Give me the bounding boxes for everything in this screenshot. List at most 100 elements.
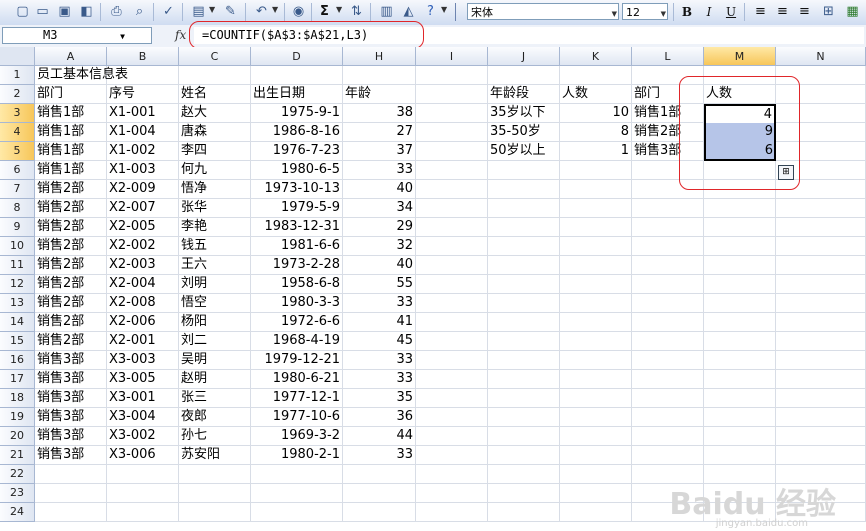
employee-name[interactable]: 何九 bbox=[179, 161, 251, 180]
cell-l21[interactable] bbox=[632, 446, 704, 465]
employee-dept[interactable]: 销售2部 bbox=[35, 199, 107, 218]
cell-j17[interactable] bbox=[488, 370, 560, 389]
cell-j20[interactable] bbox=[488, 427, 560, 446]
employee-name[interactable]: 钱五 bbox=[179, 237, 251, 256]
cell-m13[interactable] bbox=[704, 294, 776, 313]
column-header-i[interactable]: I bbox=[416, 47, 488, 66]
column-header-n[interactable]: N bbox=[776, 47, 866, 66]
row-header-5[interactable]: 5 bbox=[0, 142, 35, 161]
cell-l14[interactable] bbox=[632, 313, 704, 332]
employee-name[interactable]: 赵大 bbox=[179, 104, 251, 123]
cell-n19[interactable] bbox=[776, 408, 866, 427]
employee-dept[interactable]: 销售1部 bbox=[35, 142, 107, 161]
cell-b23[interactable] bbox=[107, 484, 179, 503]
cell-m10[interactable] bbox=[704, 237, 776, 256]
bold-button[interactable]: B bbox=[678, 3, 696, 21]
cell-k19[interactable] bbox=[560, 408, 632, 427]
employee-age[interactable]: 34 bbox=[343, 199, 416, 218]
cell-c23[interactable] bbox=[179, 484, 251, 503]
align-left-icon[interactable]: ≡ bbox=[752, 3, 769, 20]
employee-dept[interactable]: 销售3部 bbox=[35, 427, 107, 446]
cell-n20[interactable] bbox=[776, 427, 866, 446]
font-size-select[interactable]: 12 ▼ bbox=[622, 3, 668, 20]
cell-n9[interactable] bbox=[776, 218, 866, 237]
age-group-label[interactable]: 35-50岁 bbox=[488, 123, 560, 142]
cell-d1[interactable] bbox=[251, 66, 343, 85]
autosum-dropdown-icon[interactable]: ▼ bbox=[336, 5, 342, 14]
save-icon[interactable]: ▣ bbox=[56, 3, 73, 20]
cell-k12[interactable] bbox=[560, 275, 632, 294]
employee-name[interactable]: 夜郎 bbox=[179, 408, 251, 427]
cell-i8[interactable] bbox=[416, 199, 488, 218]
font-name-select[interactable]: 宋体 ▼ bbox=[467, 3, 619, 20]
row-header-19[interactable]: 19 bbox=[0, 408, 35, 427]
insert-function-icon[interactable]: fx bbox=[175, 28, 186, 42]
cell-l10[interactable] bbox=[632, 237, 704, 256]
column-header-k[interactable]: K bbox=[560, 47, 632, 66]
cell-c24[interactable] bbox=[179, 503, 251, 522]
employee-birth[interactable]: 1980-6-5 bbox=[251, 161, 343, 180]
cell-k10[interactable] bbox=[560, 237, 632, 256]
align-right-icon[interactable]: ≡ bbox=[796, 3, 813, 20]
cell-c22[interactable] bbox=[179, 465, 251, 484]
employee-age[interactable]: 33 bbox=[343, 370, 416, 389]
cell-k21[interactable] bbox=[560, 446, 632, 465]
employee-id[interactable]: X3-005 bbox=[107, 370, 179, 389]
cell-n21[interactable] bbox=[776, 446, 866, 465]
cell-l8[interactable] bbox=[632, 199, 704, 218]
sheet-title-cell[interactable]: 员工基本信息表 bbox=[35, 66, 128, 85]
employee-id[interactable]: X2-005 bbox=[107, 218, 179, 237]
paste-icon[interactable]: ▤ bbox=[190, 3, 207, 20]
cell-j7[interactable] bbox=[488, 180, 560, 199]
cell-m14[interactable] bbox=[704, 313, 776, 332]
cell-l20[interactable] bbox=[632, 427, 704, 446]
cell-j9[interactable] bbox=[488, 218, 560, 237]
column-header-l[interactable]: L bbox=[632, 47, 704, 66]
cell-a24[interactable] bbox=[35, 503, 107, 522]
open-folder-icon[interactable]: ▭ bbox=[34, 3, 51, 20]
cell-i7[interactable] bbox=[416, 180, 488, 199]
row-header-9[interactable]: 9 bbox=[0, 218, 35, 237]
employee-age[interactable]: 41 bbox=[343, 313, 416, 332]
autosum-icon[interactable]: Σ bbox=[316, 3, 333, 20]
employee-id[interactable]: X3-003 bbox=[107, 351, 179, 370]
cell-k23[interactable] bbox=[560, 484, 632, 503]
cell-k6[interactable] bbox=[560, 161, 632, 180]
row-header-17[interactable]: 17 bbox=[0, 370, 35, 389]
employee-age[interactable]: 32 bbox=[343, 237, 416, 256]
employee-dept[interactable]: 销售2部 bbox=[35, 332, 107, 351]
cell-l17[interactable] bbox=[632, 370, 704, 389]
cell-k9[interactable] bbox=[560, 218, 632, 237]
undo-icon[interactable]: ↶ bbox=[253, 3, 270, 20]
cell-k24[interactable] bbox=[560, 503, 632, 522]
cell-l9[interactable] bbox=[632, 218, 704, 237]
row-header-8[interactable]: 8 bbox=[0, 199, 35, 218]
header-dept[interactable]: 部门 bbox=[35, 85, 107, 104]
employee-dept[interactable]: 销售2部 bbox=[35, 275, 107, 294]
employee-age[interactable]: 38 bbox=[343, 104, 416, 123]
cell-k22[interactable] bbox=[560, 465, 632, 484]
employee-dept[interactable]: 销售2部 bbox=[35, 256, 107, 275]
row-header-18[interactable]: 18 bbox=[0, 389, 35, 408]
cell-i6[interactable] bbox=[416, 161, 488, 180]
employee-dept[interactable]: 销售2部 bbox=[35, 180, 107, 199]
employee-id[interactable]: X2-008 bbox=[107, 294, 179, 313]
cell-j13[interactable] bbox=[488, 294, 560, 313]
employee-name[interactable]: 李艳 bbox=[179, 218, 251, 237]
cell-k8[interactable] bbox=[560, 199, 632, 218]
name-box-dropdown-icon[interactable]: ▼ bbox=[120, 29, 125, 44]
cell-a23[interactable] bbox=[35, 484, 107, 503]
cell-i5[interactable] bbox=[416, 142, 488, 161]
sort-ascending-icon[interactable]: ⇅ bbox=[348, 3, 365, 20]
toolbar-options-icon[interactable]: ▼ bbox=[441, 5, 447, 14]
employee-age[interactable]: 29 bbox=[343, 218, 416, 237]
employee-birth[interactable]: 1980-3-3 bbox=[251, 294, 343, 313]
cell-k11[interactable] bbox=[560, 256, 632, 275]
employee-id[interactable]: X1-002 bbox=[107, 142, 179, 161]
employee-birth[interactable]: 1986-8-16 bbox=[251, 123, 343, 142]
cell-j16[interactable] bbox=[488, 351, 560, 370]
employee-birth[interactable]: 1980-2-1 bbox=[251, 446, 343, 465]
cell-j14[interactable] bbox=[488, 313, 560, 332]
age-group-count[interactable]: 8 bbox=[560, 123, 632, 142]
cell-b22[interactable] bbox=[107, 465, 179, 484]
